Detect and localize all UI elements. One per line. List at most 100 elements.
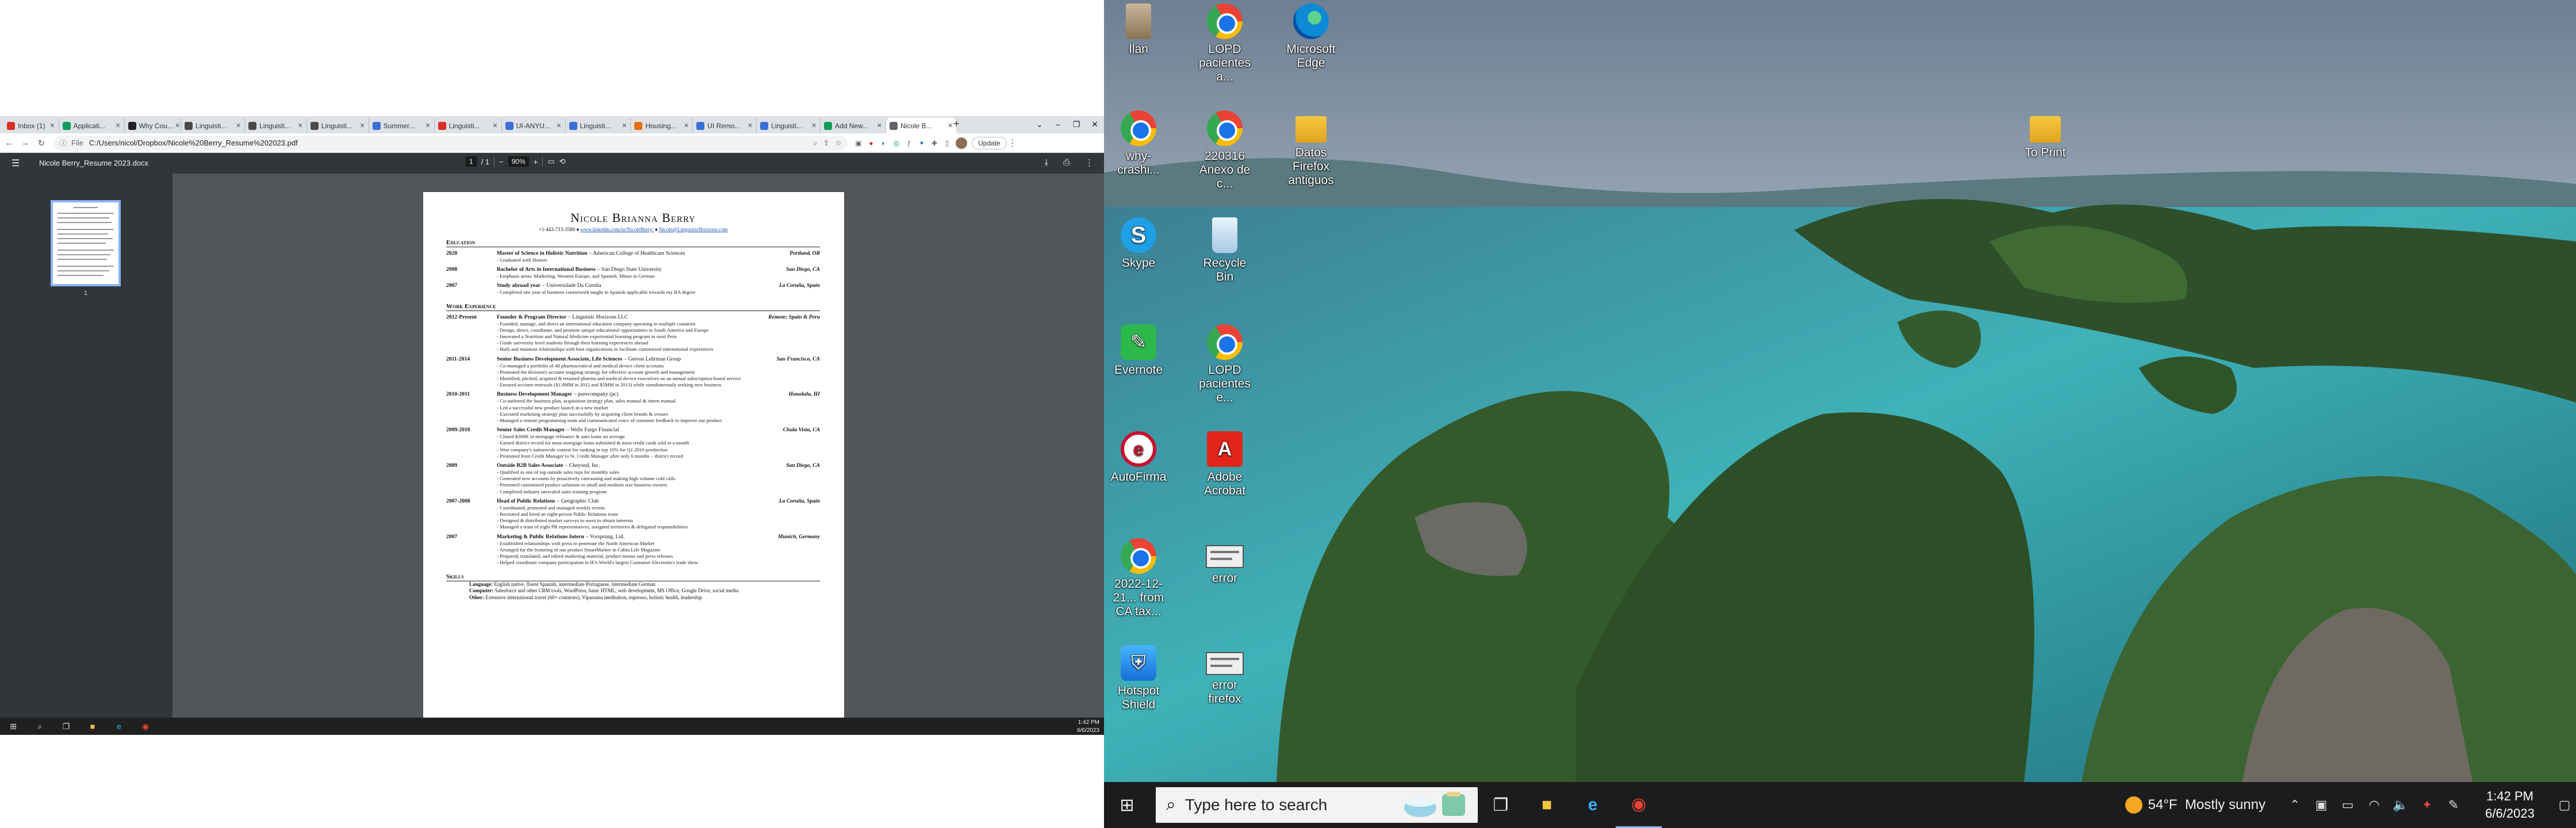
tab-close-icon[interactable]: ✕ [173, 122, 180, 129]
wifi-icon[interactable]: ◠ [2361, 798, 2387, 812]
extension-icon[interactable]: ✦ [915, 139, 928, 147]
tab[interactable]: Linguisti... ✕ [565, 118, 631, 133]
desktop-icon[interactable]: LOPD pacientes a... [1195, 3, 1255, 84]
extension-icon[interactable]: ● [865, 139, 877, 147]
tab-close-icon[interactable]: ✕ [946, 122, 953, 129]
tab[interactable]: Housing... ✕ [630, 118, 692, 133]
forward-button[interactable]: → [18, 138, 32, 148]
battery-icon[interactable]: ▭ [2334, 798, 2361, 812]
more-options-icon[interactable]: ⋮ [1085, 158, 1094, 168]
zoom-out-button[interactable]: − [499, 158, 504, 166]
tab[interactable]: Nicole B... ✕ [885, 118, 957, 133]
zoom-in-button[interactable]: + [534, 158, 538, 166]
tab-search-icon[interactable]: ⌄ [1030, 116, 1049, 133]
rotate-icon[interactable]: ⟲ [559, 157, 566, 166]
tab[interactable]: Linguisti... ✕ [181, 118, 244, 133]
tab-close-icon[interactable]: ✕ [746, 122, 753, 129]
tab-close-icon[interactable]: ✕ [48, 122, 55, 129]
address-bar[interactable]: ⓘ File C:/Users/nicol/Dropbox/Nicole%20B… [54, 135, 848, 151]
tab-close-icon[interactable]: ✕ [810, 122, 816, 129]
desktop-icon[interactable]: why-crashi... [1109, 110, 1168, 177]
taskbar-clock[interactable]: 1:42 PM 6/6/2023 [2467, 788, 2553, 822]
file-explorer-icon[interactable]: ■ [79, 722, 106, 731]
taskbar-search-box[interactable]: ⌕ Type here to search [1156, 787, 1478, 823]
desktop-icon[interactable]: ⛨ Hotspot Shield [1109, 645, 1168, 712]
chrome-icon[interactable]: ◉ [132, 722, 159, 731]
desktop-icon[interactable]: LOPD pacientes e... [1195, 324, 1255, 405]
reload-button[interactable]: ↻ [34, 138, 48, 148]
extension-icon[interactable]: ◎ [890, 139, 903, 147]
page-number-input[interactable]: 1 [466, 156, 477, 167]
close-window-button[interactable]: ✕ [1086, 116, 1104, 133]
tab-close-icon[interactable]: ✕ [234, 122, 241, 129]
tab[interactable]: Add New... ✕ [820, 118, 885, 133]
tab-close-icon[interactable]: ✕ [358, 122, 365, 129]
tab[interactable]: Linguisti... ✕ [244, 118, 306, 133]
desktop-icon[interactable]: e AutoFirma [1109, 431, 1168, 484]
resume-email-link[interactable]: Nicole@LinguisticHorizons.com [659, 227, 728, 232]
resume-linkedin-link[interactable]: www.linkedin.com/in/NicoleBerry/ [580, 227, 653, 232]
bookmark-star-icon[interactable]: ☆ [835, 139, 842, 148]
task-view-icon[interactable]: ❐ [53, 722, 79, 731]
print-icon[interactable]: ⎙ [1063, 158, 1070, 168]
notifications-icon[interactable]: ▢ [2553, 798, 2576, 812]
minimize-button[interactable]: – [1049, 116, 1067, 133]
tab-close-icon[interactable]: ✕ [554, 122, 561, 129]
tab[interactable]: UI-ANYU... ✕ [501, 118, 565, 133]
start-icon[interactable]: ⊞ [0, 722, 26, 731]
tab[interactable]: Linguisti... ✕ [756, 118, 820, 133]
search-icon[interactable]: ⌕ [26, 722, 53, 731]
fit-page-icon[interactable]: ▭ [547, 157, 554, 166]
edge-taskbar-icon[interactable]: e [1570, 782, 1616, 828]
puzzle-icon[interactable]: ✚ [928, 139, 941, 147]
tab[interactable]: Summer... ✕ [368, 118, 434, 133]
zoom-icon[interactable]: ⌕ [813, 139, 817, 148]
start-button[interactable]: ⊞ [1104, 782, 1150, 828]
desktop-icon[interactable]: Ilan [1109, 3, 1168, 56]
info-icon[interactable]: ⓘ [60, 138, 67, 148]
menu-kebab-icon[interactable]: ⋮ [1007, 137, 1018, 149]
desktop-icon[interactable]: Microsoft Edge [1281, 3, 1341, 70]
task-view-icon[interactable]: ❐ [1478, 782, 1524, 828]
tab-close-icon[interactable]: ✕ [682, 122, 689, 129]
weather-widget[interactable]: 54°F Mostly sunny [2125, 796, 2266, 814]
avatar[interactable] [956, 137, 967, 149]
desktop-icon[interactable]: Recycle Bin [1195, 217, 1255, 284]
back-button[interactable]: ← [2, 138, 16, 148]
desktop-icon[interactable]: A Adobe Acrobat [1195, 431, 1255, 498]
download-icon[interactable]: ⤓ [1044, 158, 1048, 168]
side-panel-icon[interactable]: ▯ [941, 139, 953, 147]
desktop-icon[interactable]: error firefox [1195, 645, 1255, 706]
tab-close-icon[interactable]: ✕ [296, 122, 303, 129]
zoom-input[interactable]: 90% [508, 156, 529, 167]
tab-close-icon[interactable]: ✕ [620, 122, 627, 129]
extension-icon[interactable]: ◐ [877, 139, 890, 147]
desktop-icon[interactable]: 2022-12-21... from CA tax... [1109, 538, 1168, 619]
tab[interactable]: Applicati... ✕ [58, 118, 124, 133]
dropbox-icon[interactable]: ✦ [2414, 798, 2440, 812]
extension-icon[interactable]: ƒ [903, 139, 915, 147]
tab[interactable]: Inbox (1) ✕ [3, 118, 58, 133]
tab-close-icon[interactable]: ✕ [875, 122, 882, 129]
page-thumbnail[interactable] [51, 200, 121, 286]
desktop-icon[interactable]: ✎ Evernote [1109, 324, 1168, 377]
tab[interactable]: UI Remo... ✕ [692, 118, 756, 133]
extension-icon[interactable]: ▣ [852, 139, 865, 147]
desktop-icon[interactable]: error [1195, 538, 1255, 585]
tab[interactable]: Linguisti... ✕ [434, 118, 501, 133]
edge-icon[interactable]: e [106, 722, 132, 731]
tab[interactable]: Linguisti... ✕ [306, 118, 369, 133]
pen-icon[interactable]: ✎ [2440, 798, 2467, 812]
hamburger-menu-icon[interactable]: ☰ [12, 158, 20, 169]
meet-now-icon[interactable]: ▣ [2308, 798, 2334, 812]
file-explorer-icon[interactable]: ■ [1524, 782, 1570, 828]
chrome-taskbar-icon[interactable]: ◉ [1616, 782, 1662, 828]
new-tab-button[interactable]: + [953, 118, 960, 130]
desktop-icon[interactable]: To Print [2015, 110, 2075, 160]
volume-icon[interactable]: 🔈 [2387, 798, 2414, 812]
tab-close-icon[interactable]: ✕ [423, 122, 430, 129]
maximize-button[interactable]: ❐ [1067, 116, 1086, 133]
chevron-up-icon[interactable]: ⌃ [2282, 798, 2308, 812]
pdf-viewport[interactable]: 1 Nicole Brianna Berry +1-443-713-3580 ♦… [0, 174, 1104, 718]
share-icon[interactable]: ⇪ [823, 139, 829, 148]
